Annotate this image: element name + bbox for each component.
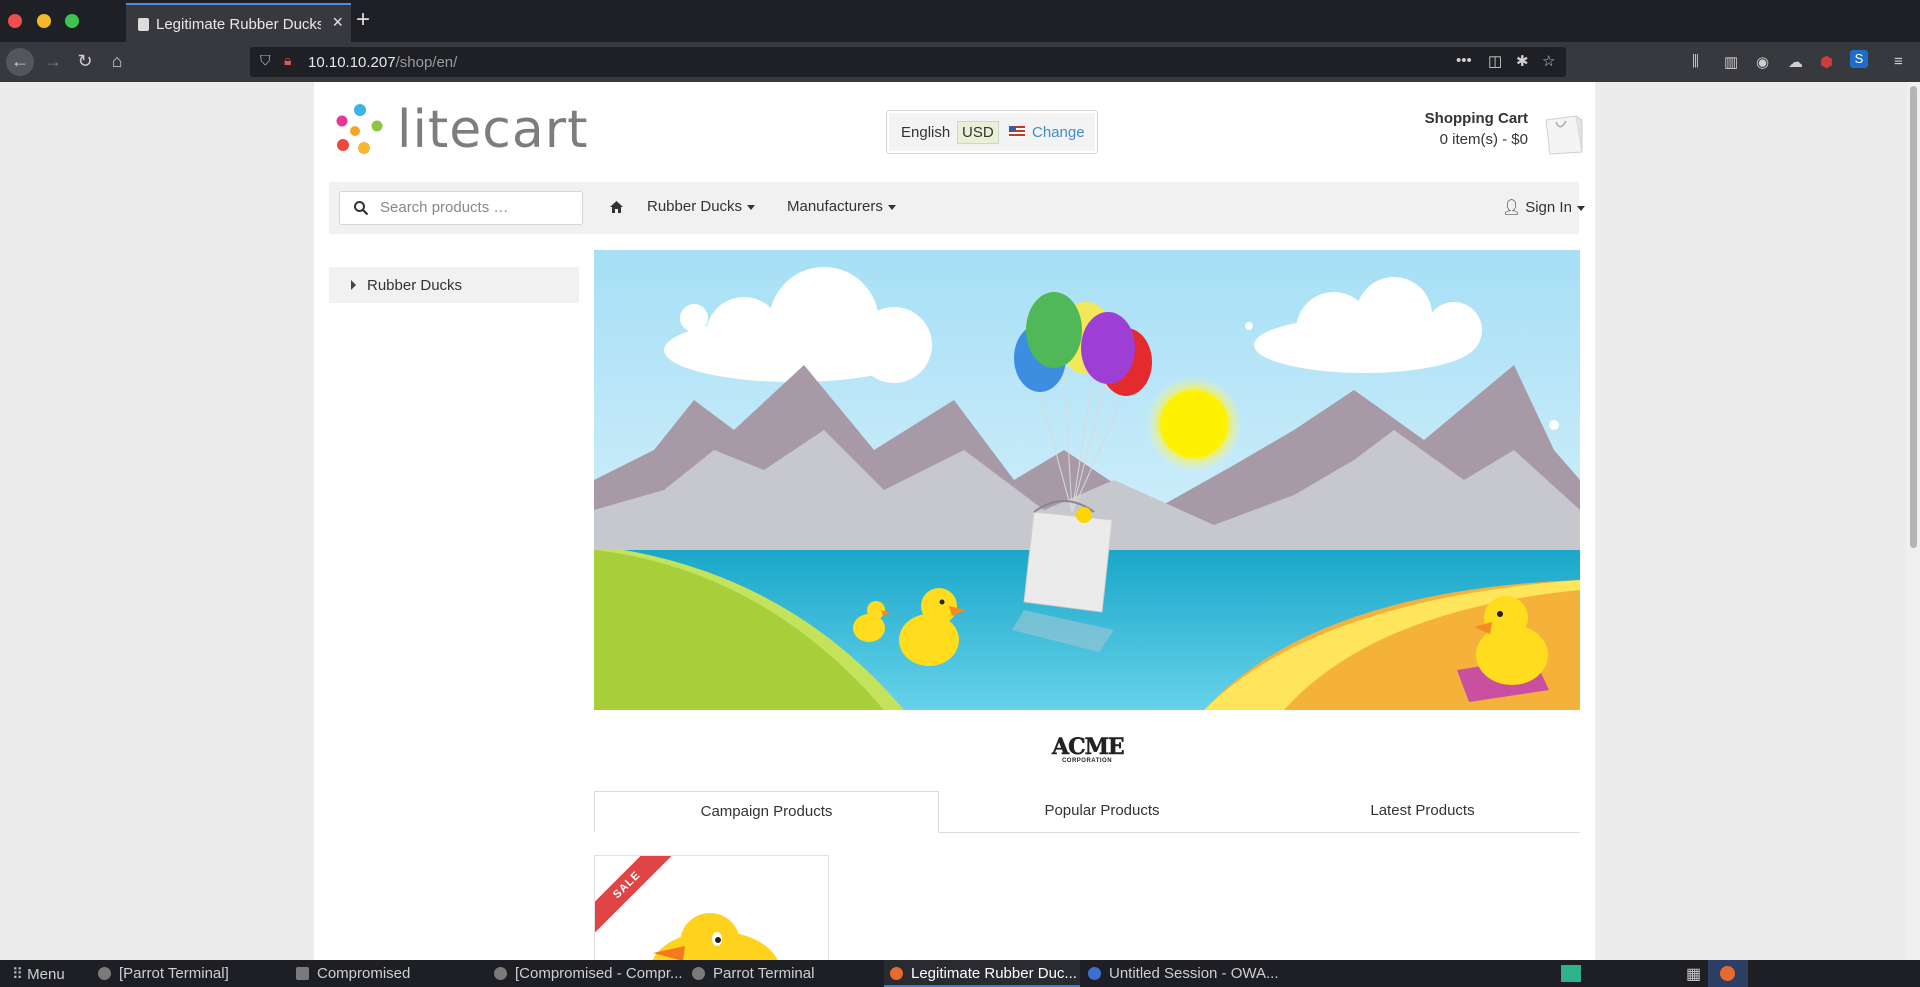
shopping-bag-icon [1545, 115, 1583, 155]
taskbar-item-compromised-window[interactable]: [Compromised - Compr... [494, 965, 683, 982]
page-viewport: litecart English USD Change Shopping Car… [0, 82, 1920, 960]
page-actions-icon[interactable]: ••• [1456, 52, 1472, 69]
scrollbar-thumb[interactable] [1910, 86, 1917, 548]
insecure-lock-icon[interactable]: 🔒︎ [284, 52, 291, 69]
manufacturer-logo-acme[interactable]: ACME CORPORATION [1052, 734, 1125, 768]
user-icon: 👤︎ [1502, 199, 1522, 216]
app-icon [494, 967, 507, 980]
apps-grid-icon: ⠿ [12, 966, 23, 983]
tray-qr-icon[interactable]: ▦ [1686, 964, 1701, 984]
menu-manufacturers[interactable]: Manufacturers [787, 198, 896, 215]
reload-button[interactable]: ↻ [72, 50, 98, 72]
site-menu-bar: Rubber Ducks Manufacturers 👤︎ Sign In [329, 182, 1585, 234]
site-container: litecart English USD Change Shopping Car… [314, 82, 1595, 960]
shopping-cart[interactable]: Shopping Cart 0 item(s) - $0 [1374, 110, 1584, 162]
search-input[interactable] [380, 199, 575, 216]
browser-tab[interactable]: Legitimate Rubber Ducks × [126, 3, 351, 42]
shield-icon[interactable]: ⛉ [260, 52, 271, 69]
taskbar-item-firefox[interactable]: Legitimate Rubber Duc... [890, 965, 1077, 982]
window-close-button[interactable] [8, 14, 22, 28]
browser-tab-bar: Legitimate Rubber Ducks × + [0, 0, 1920, 42]
page-scrollbar[interactable] [1906, 82, 1920, 960]
terminal-icon [692, 967, 705, 980]
browser-nav-bar: ← → ↻ ⌂ ⛉ 🔒︎ 10.10.10.207/shop/en/ ••• ◫… [0, 42, 1920, 82]
home-button[interactable]: ⌂ [104, 50, 130, 72]
tab-popular-products[interactable]: Popular Products [939, 791, 1265, 833]
tray-app-icon[interactable] [1561, 965, 1581, 982]
os-taskbar: ⠿ Menu [Parrot Terminal] Compromised [Co… [0, 960, 1920, 987]
extension-icon[interactable]: ✱ [1516, 52, 1529, 70]
url-bar[interactable]: ⛉ 🔒︎ 10.10.10.207/shop/en/ ••• ◫ ✱ ☆ [250, 47, 1566, 77]
terminal-icon [98, 967, 111, 980]
taskbar-item-compromised-folder[interactable]: Compromised [296, 965, 410, 982]
account-icon[interactable]: ◉ [1756, 53, 1769, 71]
currency-label: USD [957, 121, 999, 144]
s-extension-icon[interactable]: S [1850, 50, 1868, 68]
sidebar-item-label: Rubber Ducks [367, 277, 463, 294]
search-box[interactable] [339, 191, 583, 225]
bookmark-star-icon[interactable]: ☆ [1542, 52, 1555, 70]
home-icon[interactable] [609, 200, 624, 214]
menu-rubber-ducks[interactable]: Rubber Ducks [647, 198, 756, 215]
logo-wordmark: litecart [397, 100, 589, 160]
taskbar-item-parrot-terminal-1[interactable]: [Parrot Terminal] [98, 965, 229, 982]
taskbar-menu-button[interactable]: ⠿ Menu [12, 965, 65, 983]
sidebar-icon[interactable]: ▥ [1724, 53, 1738, 71]
tab-close-icon[interactable]: × [332, 13, 343, 31]
folder-icon [296, 967, 309, 980]
product-card[interactable]: SALE [594, 855, 829, 960]
burp-extension-icon[interactable]: ☁ [1788, 53, 1803, 71]
caret-right-icon [351, 280, 356, 290]
hamburger-menu-icon[interactable]: ≡ [1894, 53, 1903, 70]
forward-button[interactable]: → [40, 50, 66, 72]
product-tabs: Campaign Products Popular Products Lates… [594, 791, 1580, 833]
language-label: English [901, 124, 951, 141]
search-icon [354, 201, 369, 216]
url-text[interactable]: 10.10.10.207/shop/en/ [308, 54, 457, 71]
tab-latest-products[interactable]: Latest Products [1265, 791, 1580, 833]
ublock-icon[interactable]: ⬢ [1820, 53, 1833, 71]
window-minimize-button[interactable] [37, 14, 51, 28]
back-button[interactable]: ← [6, 48, 34, 76]
page-favicon-icon [138, 18, 149, 31]
logo-dots-icon [336, 104, 383, 154]
hero-banner-image[interactable] [594, 250, 1580, 710]
sidebar-item-rubber-ducks[interactable]: Rubber Ducks [329, 267, 579, 303]
region-selector[interactable]: English USD Change [886, 110, 1098, 154]
product-duck-image [652, 913, 778, 960]
chevron-down-icon [887, 204, 896, 210]
sign-in-menu[interactable]: 👤︎ Sign In [1502, 198, 1585, 216]
library-icon[interactable]: ⫼ [1692, 53, 1699, 70]
cart-title: Shopping Cart [1424, 110, 1528, 127]
window-maximize-button[interactable] [65, 14, 79, 28]
litecart-logo[interactable]: litecart [332, 100, 588, 162]
new-tab-button[interactable]: + [356, 6, 370, 34]
change-region-link[interactable]: Change [1032, 124, 1085, 141]
chevron-down-icon [1576, 205, 1585, 211]
firefox-icon [890, 967, 903, 980]
us-flag-icon [1009, 126, 1025, 137]
cart-summary: 0 item(s) - $0 [1439, 131, 1528, 148]
tab-campaign-products[interactable]: Campaign Products [594, 791, 939, 833]
tray-firefox-icon[interactable] [1708, 960, 1748, 987]
chevron-down-icon [747, 204, 756, 210]
taskbar-item-parrot-terminal-2[interactable]: Parrot Terminal [692, 965, 814, 982]
tab-title: Legitimate Rubber Ducks [156, 16, 321, 33]
zap-icon [1088, 967, 1101, 980]
pocket-icon[interactable]: ◫ [1488, 52, 1502, 70]
taskbar-item-owasp-zap[interactable]: Untitled Session - OWA... [1088, 965, 1279, 982]
